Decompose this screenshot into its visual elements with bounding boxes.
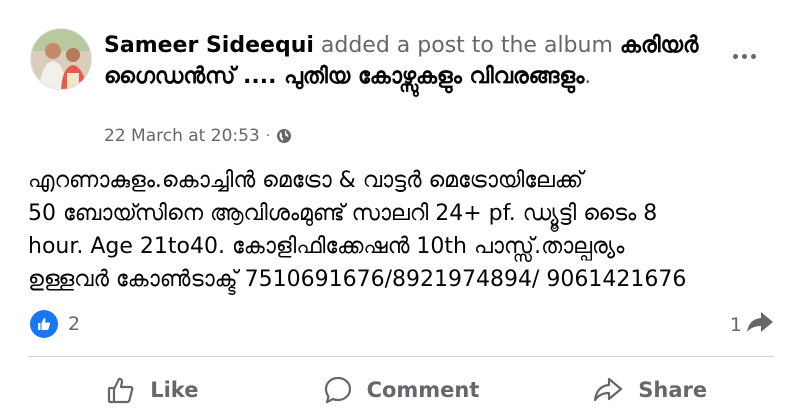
more-options-icon[interactable] xyxy=(722,40,766,72)
share-arrow-icon xyxy=(746,310,774,339)
post-action-text: added a post to the album xyxy=(313,33,620,58)
share-count-summary[interactable]: 1 xyxy=(730,310,774,339)
post-headline: Sameer Sideequi added a post to the albu… xyxy=(104,30,704,92)
like-reaction-icon xyxy=(30,310,58,338)
share-button[interactable]: Share xyxy=(525,364,774,416)
like-count: 2 xyxy=(68,313,81,335)
avatar-photo xyxy=(31,29,91,89)
meta-separator: · xyxy=(265,128,271,144)
post-body: എറണാകുളം.കൊച്ചിൻ മെട്രോ & വാട്ടർ മെട്രോയ… xyxy=(28,168,687,292)
comment-icon xyxy=(323,375,353,405)
like-button[interactable]: Like xyxy=(28,364,277,416)
comment-button[interactable]: Comment xyxy=(277,364,526,416)
share-label: Share xyxy=(638,378,708,402)
post-timestamp[interactable]: 22 March at 20:53 xyxy=(104,126,260,146)
post-meta: 22 March at 20:53 · xyxy=(104,126,292,146)
share-count: 1 xyxy=(729,313,742,336)
author-name[interactable]: Sameer Sideequi xyxy=(104,33,314,58)
album-suffix: . xyxy=(584,64,592,89)
globe-icon[interactable] xyxy=(276,128,292,144)
like-label: Like xyxy=(150,378,199,402)
post-actions-bar: Like Comment Share xyxy=(28,364,774,416)
reactions-summary[interactable]: 2 xyxy=(30,310,80,338)
avatar[interactable] xyxy=(30,28,92,90)
post-card: Sameer Sideequi added a post to the albu… xyxy=(0,0,800,418)
share-icon xyxy=(592,375,624,405)
thumbs-up-icon xyxy=(106,375,136,405)
actions-divider xyxy=(28,356,774,357)
comment-label: Comment xyxy=(366,378,480,402)
post-header: Sameer Sideequi added a post to the albu… xyxy=(30,28,750,148)
